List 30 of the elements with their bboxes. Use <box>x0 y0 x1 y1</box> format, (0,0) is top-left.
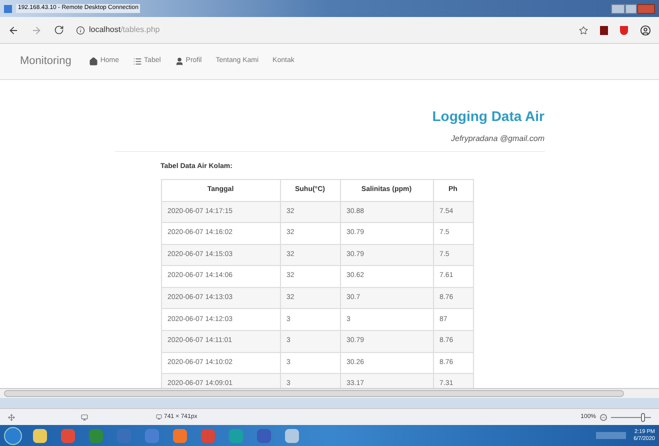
email-text: Jefrypradana @gmail.com <box>451 133 544 145</box>
reload-icon[interactable] <box>54 25 64 35</box>
profile-icon[interactable] <box>640 24 651 36</box>
shield-icon[interactable] <box>620 26 628 34</box>
zoom-out-icon[interactable] <box>600 414 607 420</box>
home-icon <box>89 57 98 66</box>
list-icon <box>133 57 142 66</box>
horizontal-scrollbar[interactable] <box>0 388 659 398</box>
taskbar-app-icon[interactable] <box>33 428 47 442</box>
back-icon[interactable] <box>8 24 19 36</box>
brand-link[interactable]: Monitoring <box>20 53 72 70</box>
close-button[interactable] <box>637 4 655 14</box>
minimize-button[interactable] <box>611 4 625 14</box>
start-button[interactable] <box>4 426 22 444</box>
forward-icon[interactable] <box>31 24 42 36</box>
taskbar-app-icon[interactable] <box>285 428 299 442</box>
move-icon <box>8 414 15 420</box>
scrollbar-thumb[interactable] <box>4 390 624 397</box>
app-icon <box>4 4 12 12</box>
info-icon[interactable] <box>76 26 85 34</box>
screen-icon <box>156 414 162 420</box>
bookmark-icon[interactable] <box>579 26 588 34</box>
slider-thumb[interactable] <box>641 412 645 422</box>
taskbar-app-icon[interactable] <box>173 428 187 442</box>
extension-icon[interactable] <box>600 26 608 34</box>
user-icon <box>174 57 184 66</box>
page-title: Logging Data Air <box>432 107 544 126</box>
maximize-button[interactable] <box>625 4 637 14</box>
address-field[interactable]: localhost/tables.php <box>76 24 160 36</box>
screen-icon <box>81 414 88 420</box>
